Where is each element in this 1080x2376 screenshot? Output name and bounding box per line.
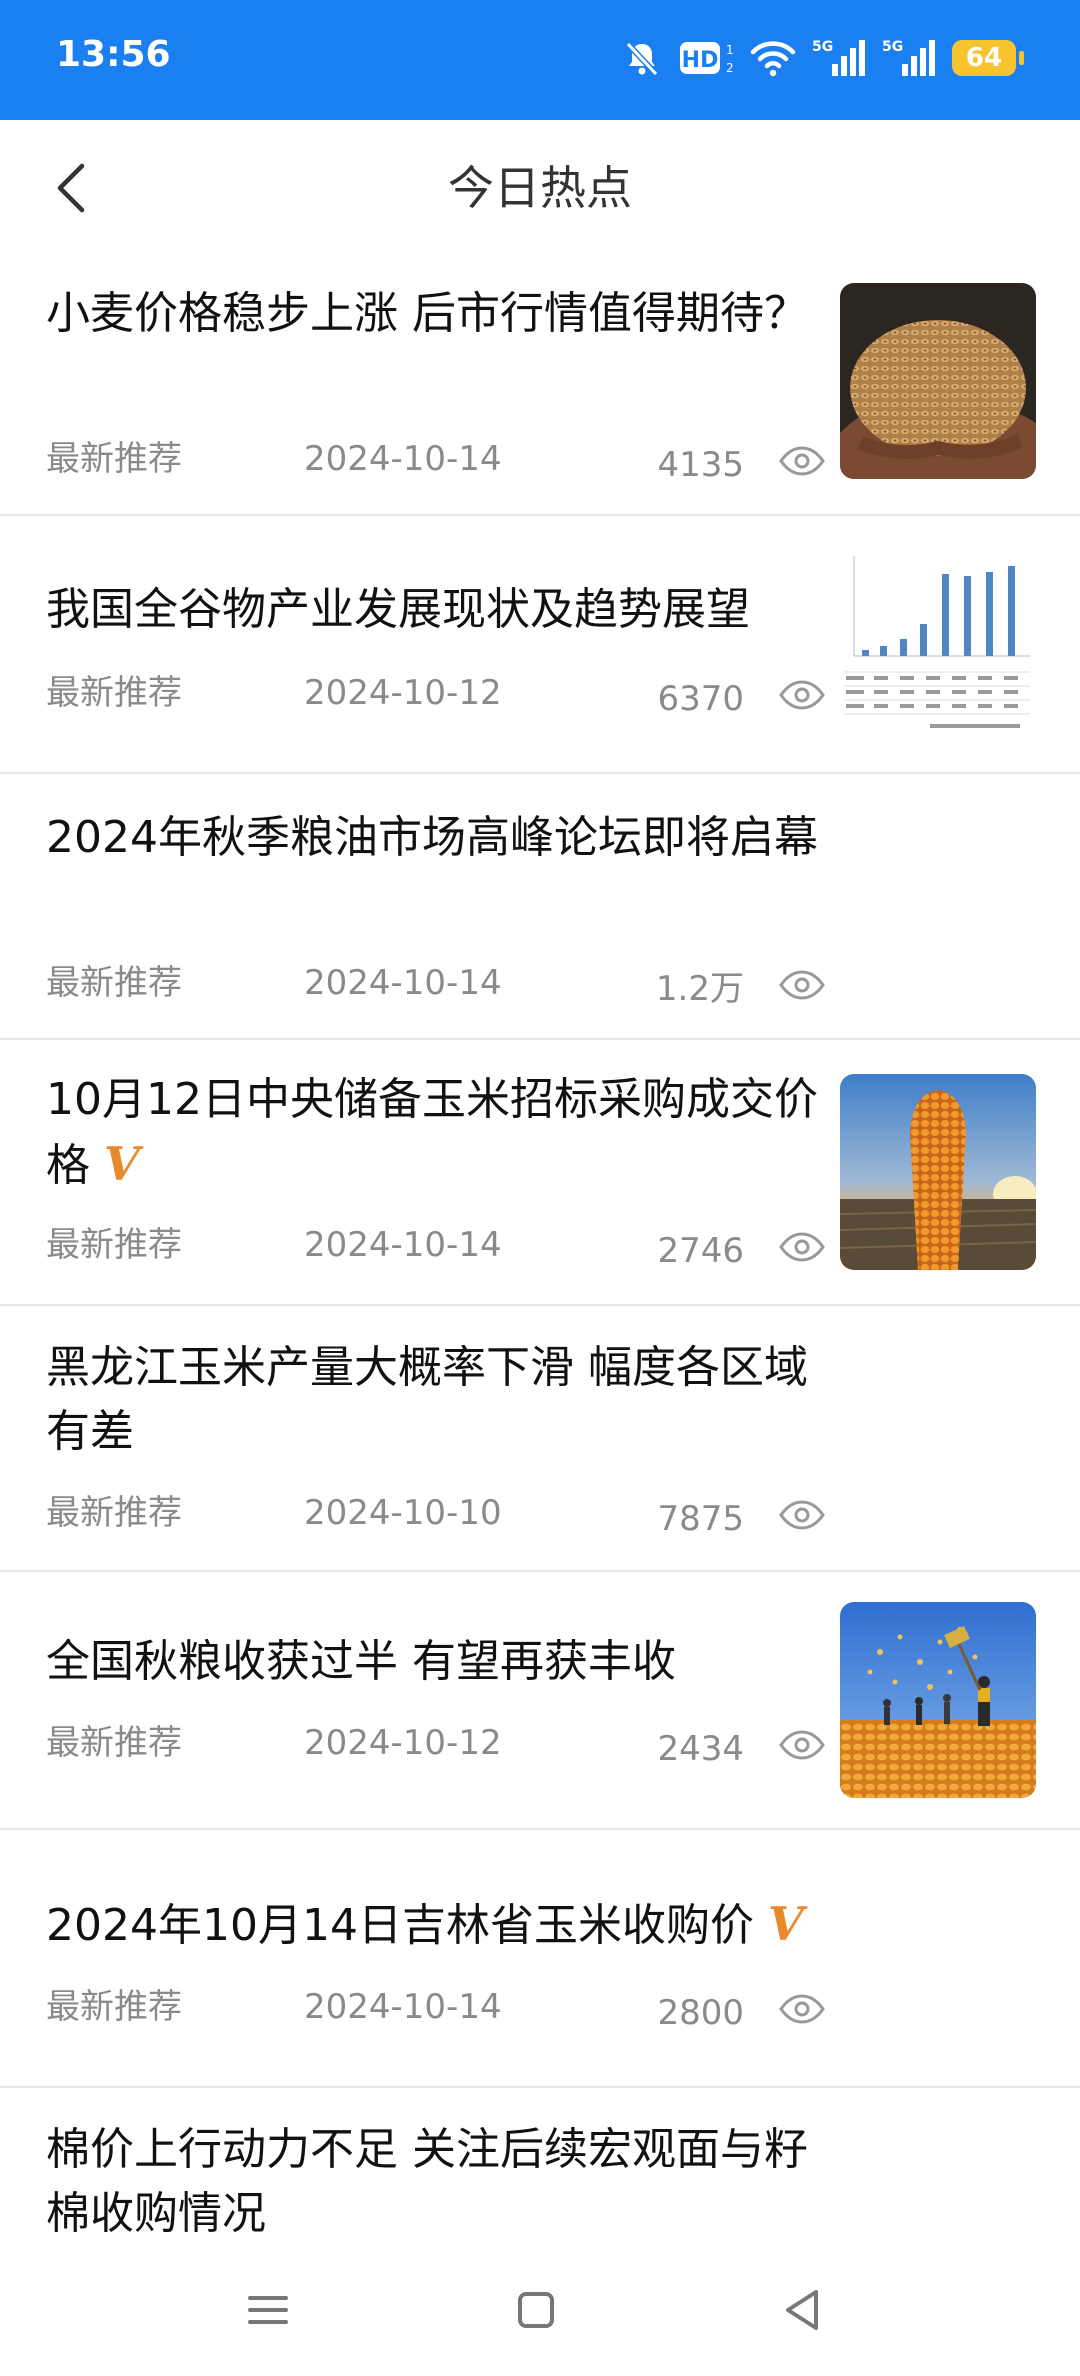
news-thumbnail-corn bbox=[840, 1074, 1036, 1270]
news-meta: 最新推荐 2024-10-14 4135 bbox=[46, 434, 826, 485]
news-tag: 最新推荐 bbox=[46, 1225, 182, 1265]
view-count: 1.2万 bbox=[655, 969, 744, 1009]
menu-icon bbox=[248, 2296, 288, 2324]
hd-label: HD bbox=[682, 48, 719, 73]
back-button[interactable] bbox=[44, 158, 104, 218]
battery-indicator: 64 bbox=[952, 40, 1024, 76]
signal-5g-icon: 5G bbox=[812, 39, 865, 76]
hd-voice-icon: HD 1 2 bbox=[680, 42, 734, 75]
news-title: 2024年10月14日吉林省玉米收购价 V bbox=[46, 1892, 826, 1958]
news-title: 棉价上行动力不足 关注后续宏观面与籽棉收购情况 bbox=[46, 2124, 808, 2239]
status-icons: HD 1 2 5G 5G 64 bbox=[622, 30, 1024, 86]
news-item[interactable]: 2024年10月14日吉林省玉米收购价 V 最新推荐 2024-10-14 280… bbox=[0, 1830, 1080, 2088]
home-button[interactable] bbox=[506, 2280, 566, 2340]
news-tag: 最新推荐 bbox=[46, 673, 182, 713]
eye-icon bbox=[779, 446, 825, 476]
news-thumbnail-wheat bbox=[840, 283, 1036, 479]
news-title: 2024年秋季粮油市场高峰论坛即将启幕 bbox=[46, 812, 818, 863]
eye-icon bbox=[779, 680, 825, 710]
status-time: 13:56 bbox=[56, 34, 171, 75]
view-count: 4135 bbox=[657, 445, 744, 485]
eye-icon bbox=[779, 1994, 825, 2024]
news-meta: 最新推荐 2024-10-10 7875 bbox=[46, 1488, 826, 1539]
svg-text:2: 2 bbox=[726, 61, 734, 75]
news-meta: 最新推荐 2024-10-14 1.2万 bbox=[46, 958, 826, 1009]
news-date: 2024-10-12 bbox=[304, 1723, 502, 1763]
news-tag: 最新推荐 bbox=[46, 1493, 182, 1533]
signal-label-1: 5G bbox=[812, 39, 833, 55]
news-title: 全国秋粮收获过半 有望再获丰收 bbox=[46, 1636, 676, 1687]
news-item[interactable]: 黑龙江玉米产量大概率下滑 幅度各区域有差 最新推荐 2024-10-10 787… bbox=[0, 1306, 1080, 1572]
news-date: 2024-10-10 bbox=[304, 1493, 502, 1533]
news-title: 黑龙江玉米产量大概率下滑 幅度各区域有差 bbox=[46, 1342, 808, 1457]
news-tag: 最新推荐 bbox=[46, 963, 182, 1003]
signal-5g-icon-2: 5G bbox=[882, 39, 935, 76]
view-count: 2800 bbox=[657, 1993, 744, 2033]
view-count: 2746 bbox=[657, 1231, 744, 1271]
news-date: 2024-10-14 bbox=[304, 439, 502, 479]
news-tag: 最新推荐 bbox=[46, 1987, 182, 2027]
news-list: 小麦价格稳步上涨 后市行情值得期待？ 最新推荐 2024-10-14 4135 bbox=[0, 256, 1080, 2240]
eye-icon bbox=[779, 1730, 825, 1760]
eye-icon bbox=[779, 1500, 825, 1530]
navigation-bar bbox=[0, 2240, 1080, 2376]
news-tag: 最新推荐 bbox=[46, 1723, 182, 1763]
view-count: 6370 bbox=[657, 679, 744, 719]
eye-icon bbox=[779, 970, 825, 1000]
view-count: 7875 bbox=[657, 1499, 744, 1539]
news-thumbnail-harvest bbox=[840, 1602, 1036, 1798]
news-date: 2024-10-14 bbox=[304, 963, 502, 1003]
news-meta: 最新推荐 2024-10-12 2434 bbox=[46, 1718, 826, 1769]
page-title: 今日热点 bbox=[448, 161, 632, 215]
back-triangle-icon bbox=[786, 2290, 818, 2330]
news-item[interactable]: 棉价上行动力不足 关注后续宏观面与籽棉收购情况 bbox=[0, 2088, 1080, 2240]
chevron-left-icon bbox=[57, 163, 85, 213]
back-nav-button[interactable] bbox=[772, 2280, 832, 2340]
news-item[interactable]: 全国秋粮收获过半 有望再获丰收 最新推荐 2024-10-12 2434 bbox=[0, 1572, 1080, 1830]
wifi-icon bbox=[750, 41, 796, 77]
vip-badge: V bbox=[104, 1137, 140, 1191]
news-title-text: 10月12日中央储备玉米招标采购成交价格 bbox=[46, 1074, 818, 1191]
news-meta: 最新推荐 2024-10-12 6370 bbox=[46, 668, 826, 719]
vip-badge: V bbox=[767, 1897, 804, 1951]
view-count: 2434 bbox=[657, 1729, 744, 1769]
news-item[interactable]: 2024年秋季粮油市场高峰论坛即将启幕 最新推荐 2024-10-14 1.2万 bbox=[0, 774, 1080, 1040]
news-meta: 最新推荐 2024-10-14 2746 bbox=[46, 1220, 826, 1271]
news-title: 我国全谷物产业发展现状及趋势展望 bbox=[46, 584, 750, 635]
menu-button[interactable] bbox=[238, 2280, 298, 2340]
news-item[interactable]: 我国全谷物产业发展现状及趋势展望 最新推荐 2024-10-12 6370 bbox=[0, 516, 1080, 774]
news-tag: 最新推荐 bbox=[46, 439, 182, 479]
eye-icon bbox=[779, 1232, 825, 1262]
news-thumbnail-chart bbox=[840, 546, 1036, 742]
signal-label-2: 5G bbox=[882, 39, 903, 55]
svg-text:1: 1 bbox=[726, 43, 734, 57]
bell-muted-icon bbox=[625, 41, 659, 77]
news-date: 2024-10-12 bbox=[304, 673, 502, 713]
news-date: 2024-10-14 bbox=[304, 1987, 502, 2027]
news-title: 10月12日中央储备玉米招标采购成交价格 V bbox=[46, 1068, 826, 1198]
title-bar: 今日热点 bbox=[0, 120, 1080, 256]
news-date: 2024-10-14 bbox=[304, 1225, 502, 1265]
news-item[interactable]: 小麦价格稳步上涨 后市行情值得期待？ 最新推荐 2024-10-14 4135 bbox=[0, 256, 1080, 516]
news-title: 小麦价格稳步上涨 后市行情值得期待？ bbox=[46, 288, 808, 339]
news-title-text: 2024年10月14日吉林省玉米收购价 bbox=[46, 1900, 754, 1951]
battery-level: 64 bbox=[965, 43, 1003, 73]
news-item[interactable]: 10月12日中央储备玉米招标采购成交价格 V 最新推荐 2024-10-14 27… bbox=[0, 1040, 1080, 1306]
status-bar: 13:56 HD 1 2 5G 5G 64 bbox=[0, 0, 1080, 120]
home-square-icon bbox=[518, 2292, 554, 2328]
news-meta: 最新推荐 2024-10-14 2800 bbox=[46, 1982, 826, 2033]
